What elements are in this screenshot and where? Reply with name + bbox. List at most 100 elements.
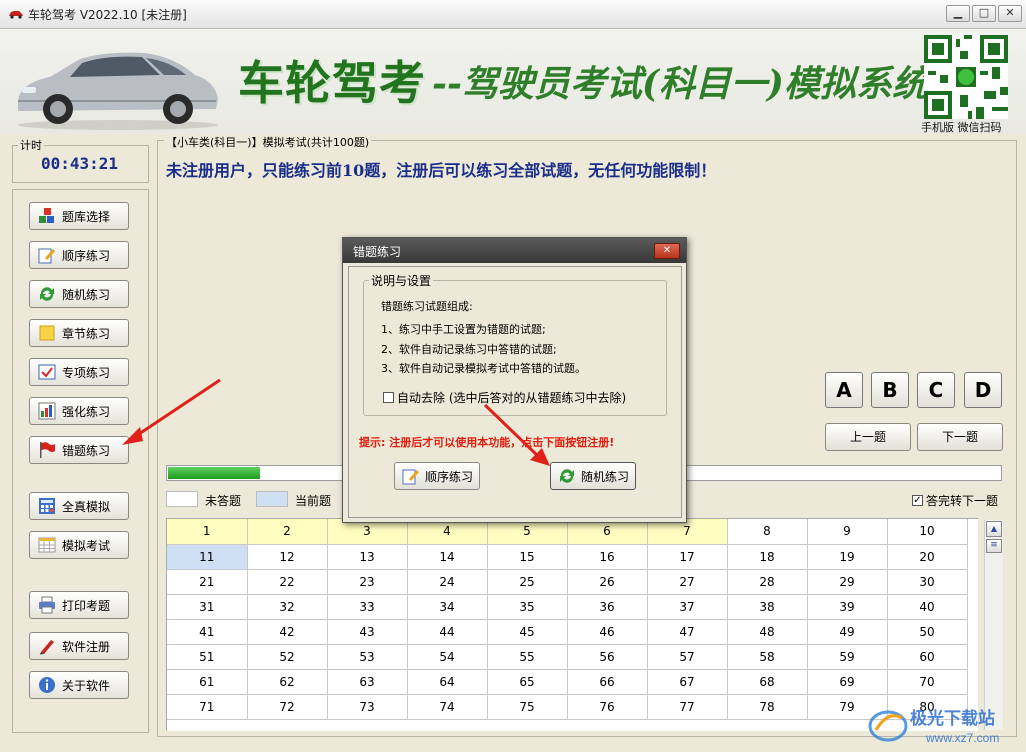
question-cell[interactable]: 65 xyxy=(487,669,568,695)
question-cell[interactable]: 53 xyxy=(327,644,408,670)
scroll-up-icon[interactable]: ▲ xyxy=(986,521,1002,537)
question-cell[interactable]: 22 xyxy=(247,569,328,595)
question-cell[interactable]: 40 xyxy=(887,594,968,620)
intensive-practice-button[interactable]: 强化练习 xyxy=(29,397,129,425)
prev-question-button[interactable]: 上一题 xyxy=(825,423,911,451)
question-cell[interactable]: 54 xyxy=(407,644,488,670)
question-cell[interactable]: 14 xyxy=(407,544,488,570)
question-cell[interactable]: 9 xyxy=(807,519,888,545)
question-cell[interactable]: 24 xyxy=(407,569,488,595)
question-cell[interactable]: 49 xyxy=(807,619,888,645)
auto-remove-checkbox[interactable]: 自动去除 (选中后答对的从错题练习中去除) xyxy=(383,389,626,406)
question-cell[interactable]: 55 xyxy=(487,644,568,670)
chapter-practice-button[interactable]: 章节练习 xyxy=(29,319,129,347)
question-cell[interactable]: 32 xyxy=(247,594,328,620)
question-cell[interactable]: 12 xyxy=(247,544,328,570)
question-cell[interactable]: 58 xyxy=(727,644,808,670)
next-question-button[interactable]: 下一题 xyxy=(917,423,1003,451)
question-cell[interactable]: 28 xyxy=(727,569,808,595)
question-cell[interactable]: 73 xyxy=(327,694,408,720)
question-cell[interactable]: 36 xyxy=(567,594,648,620)
question-cell[interactable]: 57 xyxy=(647,644,728,670)
dialog-random-button[interactable]: 随机练习 xyxy=(550,462,636,490)
question-cell[interactable]: 67 xyxy=(647,669,728,695)
question-cell[interactable]: 20 xyxy=(887,544,968,570)
question-cell[interactable]: 61 xyxy=(167,669,248,695)
question-cell[interactable]: 31 xyxy=(167,594,248,620)
question-cell[interactable]: 8 xyxy=(727,519,808,545)
question-cell[interactable]: 59 xyxy=(807,644,888,670)
question-cell[interactable]: 46 xyxy=(567,619,648,645)
question-cell[interactable]: 26 xyxy=(567,569,648,595)
close-button[interactable]: ✕ xyxy=(998,5,1022,22)
question-cell[interactable]: 76 xyxy=(567,694,648,720)
question-cell[interactable]: 16 xyxy=(567,544,648,570)
grid-scrollbar[interactable]: ▲ ≡ xyxy=(984,520,1003,730)
dialog-close-button[interactable]: ✕ xyxy=(654,243,680,259)
question-cell[interactable]: 10 xyxy=(887,519,968,545)
question-cell[interactable]: 2 xyxy=(247,519,328,545)
dialog-sequential-button[interactable]: 顺序练习 xyxy=(394,462,480,490)
question-cell[interactable]: 44 xyxy=(407,619,488,645)
question-cell[interactable]: 62 xyxy=(247,669,328,695)
question-cell[interactable]: 11 xyxy=(167,544,248,570)
auto-next-checkbox[interactable]: ✓ 答完转下一题 xyxy=(912,492,998,509)
question-cell[interactable]: 39 xyxy=(807,594,888,620)
question-cell[interactable]: 29 xyxy=(807,569,888,595)
question-cell[interactable]: 17 xyxy=(647,544,728,570)
question-cell[interactable]: 52 xyxy=(247,644,328,670)
answer-c-button[interactable]: C xyxy=(917,372,955,408)
question-cell[interactable]: 41 xyxy=(167,619,248,645)
question-cell[interactable]: 60 xyxy=(887,644,968,670)
question-cell[interactable]: 50 xyxy=(887,619,968,645)
question-cell[interactable]: 25 xyxy=(487,569,568,595)
question-cell[interactable]: 19 xyxy=(807,544,888,570)
question-cell[interactable]: 63 xyxy=(327,669,408,695)
question-cell[interactable]: 23 xyxy=(327,569,408,595)
question-cell[interactable]: 66 xyxy=(567,669,648,695)
special-practice-button[interactable]: 专项练习 xyxy=(29,358,129,386)
answer-a-button[interactable]: A xyxy=(825,372,863,408)
scroll-thumb[interactable]: ≡ xyxy=(986,539,1002,553)
question-cell[interactable]: 77 xyxy=(647,694,728,720)
question-cell[interactable]: 1 xyxy=(167,519,248,545)
question-cell[interactable]: 43 xyxy=(327,619,408,645)
print-questions-button[interactable]: 打印考题 xyxy=(29,591,129,619)
question-cell[interactable]: 69 xyxy=(807,669,888,695)
question-cell[interactable]: 72 xyxy=(247,694,328,720)
question-cell[interactable]: 51 xyxy=(167,644,248,670)
answer-b-button[interactable]: B xyxy=(871,372,909,408)
question-cell[interactable]: 13 xyxy=(327,544,408,570)
question-cell[interactable]: 75 xyxy=(487,694,568,720)
question-bank-button[interactable]: 题库选择 xyxy=(29,202,129,230)
question-cell[interactable]: 68 xyxy=(727,669,808,695)
wrong-questions-button[interactable]: 错题练习 xyxy=(29,436,129,464)
full-simulation-button[interactable]: 全真模拟 xyxy=(29,492,129,520)
question-cell[interactable]: 78 xyxy=(727,694,808,720)
minimize-button[interactable]: ▁ xyxy=(946,5,970,22)
question-cell[interactable]: 74 xyxy=(407,694,488,720)
mock-exam-button[interactable]: 模拟考试 xyxy=(29,531,129,559)
question-cell[interactable]: 64 xyxy=(407,669,488,695)
question-cell[interactable]: 71 xyxy=(167,694,248,720)
question-cell[interactable]: 30 xyxy=(887,569,968,595)
question-cell[interactable]: 21 xyxy=(167,569,248,595)
question-cell[interactable]: 18 xyxy=(727,544,808,570)
question-cell[interactable]: 15 xyxy=(487,544,568,570)
question-cell[interactable]: 47 xyxy=(647,619,728,645)
random-practice-button[interactable]: 随机练习 xyxy=(29,280,129,308)
question-cell[interactable]: 33 xyxy=(327,594,408,620)
question-cell[interactable]: 42 xyxy=(247,619,328,645)
question-cell[interactable]: 48 xyxy=(727,619,808,645)
answer-d-button[interactable]: D xyxy=(964,372,1002,408)
question-cell[interactable]: 45 xyxy=(487,619,568,645)
software-register-button[interactable]: 软件注册 xyxy=(29,632,129,660)
about-software-button[interactable]: 关于软件 xyxy=(29,671,129,699)
question-cell[interactable]: 35 xyxy=(487,594,568,620)
maximize-button[interactable]: □ xyxy=(972,5,996,22)
question-cell[interactable]: 38 xyxy=(727,594,808,620)
question-cell[interactable]: 70 xyxy=(887,669,968,695)
question-cell[interactable]: 37 xyxy=(647,594,728,620)
question-cell[interactable]: 27 xyxy=(647,569,728,595)
question-cell[interactable]: 34 xyxy=(407,594,488,620)
